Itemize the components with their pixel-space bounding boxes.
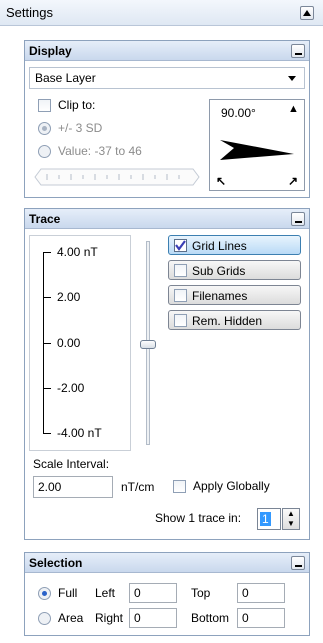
trace-panel-header: Trace — [25, 209, 309, 229]
selection-panel-header: Selection — [25, 553, 309, 573]
top-input[interactable] — [237, 583, 285, 603]
collapse-up-icon[interactable] — [300, 6, 314, 20]
layer-dropdown[interactable]: Base Layer — [29, 67, 305, 89]
trace-panel-title: Trace — [29, 212, 61, 226]
direction-arrow-icon — [220, 140, 294, 160]
minimize-icon[interactable] — [291, 556, 305, 570]
unit-label: nT/cm — [121, 480, 155, 494]
show-trace-input[interactable]: 1 — [257, 508, 281, 530]
value-range-slider[interactable] — [33, 165, 203, 189]
scale-label: 0.00 — [57, 336, 81, 350]
full-radio-label: Full — [58, 586, 78, 600]
arrow-down-left-icon[interactable]: ↖ — [216, 174, 226, 188]
layer-dropdown-value: Base Layer — [35, 71, 96, 85]
right-label: Right — [95, 611, 124, 625]
selection-panel: Selection Full Left Top Area Right Botto… — [24, 552, 310, 636]
value-radio[interactable] — [38, 145, 51, 158]
sd-radio-label: +/- 3 SD — [58, 121, 103, 135]
spin-up-icon[interactable]: ▲ — [287, 509, 295, 518]
trace-scale: 4.00 nT 2.00 0.00 -2.00 -4.00 nT — [29, 235, 131, 451]
scale-label: -4.00 nT — [57, 426, 102, 440]
rem-hidden-toggle[interactable]: Rem. Hidden — [168, 310, 301, 330]
clip-label: Clip to: — [58, 98, 96, 112]
minimize-icon[interactable] — [291, 44, 305, 58]
bottom-label: Bottom — [191, 611, 230, 625]
rem-hidden-label: Rem. Hidden — [192, 314, 263, 328]
apply-globally-label: Apply Globally — [193, 479, 270, 493]
scale-slider[interactable] — [139, 241, 157, 445]
window-title: Settings — [6, 5, 53, 20]
sub-grids-checkbox — [174, 264, 187, 277]
scale-label: -2.00 — [57, 381, 85, 395]
show-trace-label: Show 1 trace in: — [155, 511, 242, 525]
clip-checkbox[interactable] — [38, 99, 51, 112]
grid-lines-label: Grid Lines — [192, 239, 247, 253]
left-label: Left — [95, 586, 116, 600]
rotate-up-icon[interactable]: ▲ — [288, 103, 299, 115]
scale-label: 2.00 — [57, 290, 81, 304]
minimize-icon[interactable] — [291, 212, 305, 226]
chevron-down-icon — [288, 76, 296, 81]
top-label: Top — [191, 586, 211, 600]
scale-label: 4.00 nT — [57, 245, 98, 259]
arrow-up-right-icon[interactable]: ↗ — [288, 174, 298, 188]
sub-grids-label: Sub Grids — [192, 264, 246, 278]
filenames-label: Filenames — [192, 289, 248, 303]
scale-interval-label: Scale Interval: — [33, 457, 110, 471]
checkmark-icon — [175, 240, 186, 251]
right-input[interactable] — [129, 608, 177, 628]
trace-panel: Trace 4.00 nT 2.00 0.00 -2.00 -4.00 nT G… — [24, 208, 310, 540]
filenames-toggle[interactable]: Filenames — [168, 285, 301, 305]
direction-box[interactable]: 90.00° ▲ ↖ ↗ — [209, 99, 305, 191]
grid-lines-checkbox — [174, 239, 187, 252]
apply-globally-checkbox[interactable] — [173, 480, 186, 493]
left-input[interactable] — [129, 583, 177, 603]
area-radio-label: Area — [58, 611, 84, 625]
grid-lines-toggle[interactable]: Grid Lines — [168, 235, 301, 255]
trace-spinner[interactable]: ▲ ▼ — [282, 508, 300, 530]
window-titlebar: Settings — [0, 0, 323, 26]
display-panel: Display Base Layer Clip to: +/- 3 SD Val… — [24, 40, 310, 198]
display-panel-header: Display — [25, 41, 309, 61]
filenames-checkbox — [174, 289, 187, 302]
scale-interval-input[interactable] — [33, 476, 113, 498]
full-radio[interactable] — [38, 587, 51, 600]
rem-hidden-checkbox — [174, 314, 187, 327]
show-trace-value: 1 — [260, 512, 271, 526]
slider-thumb[interactable] — [140, 340, 156, 349]
sd-radio[interactable] — [38, 122, 51, 135]
value-radio-label: Value: -37 to 46 — [58, 144, 142, 158]
display-panel-title: Display — [29, 44, 72, 58]
direction-angle: 90.00° — [221, 106, 256, 120]
area-radio[interactable] — [38, 612, 51, 625]
selection-panel-title: Selection — [29, 556, 83, 570]
sub-grids-toggle[interactable]: Sub Grids — [168, 260, 301, 280]
spin-down-icon[interactable]: ▼ — [287, 519, 295, 528]
bottom-input[interactable] — [237, 608, 285, 628]
